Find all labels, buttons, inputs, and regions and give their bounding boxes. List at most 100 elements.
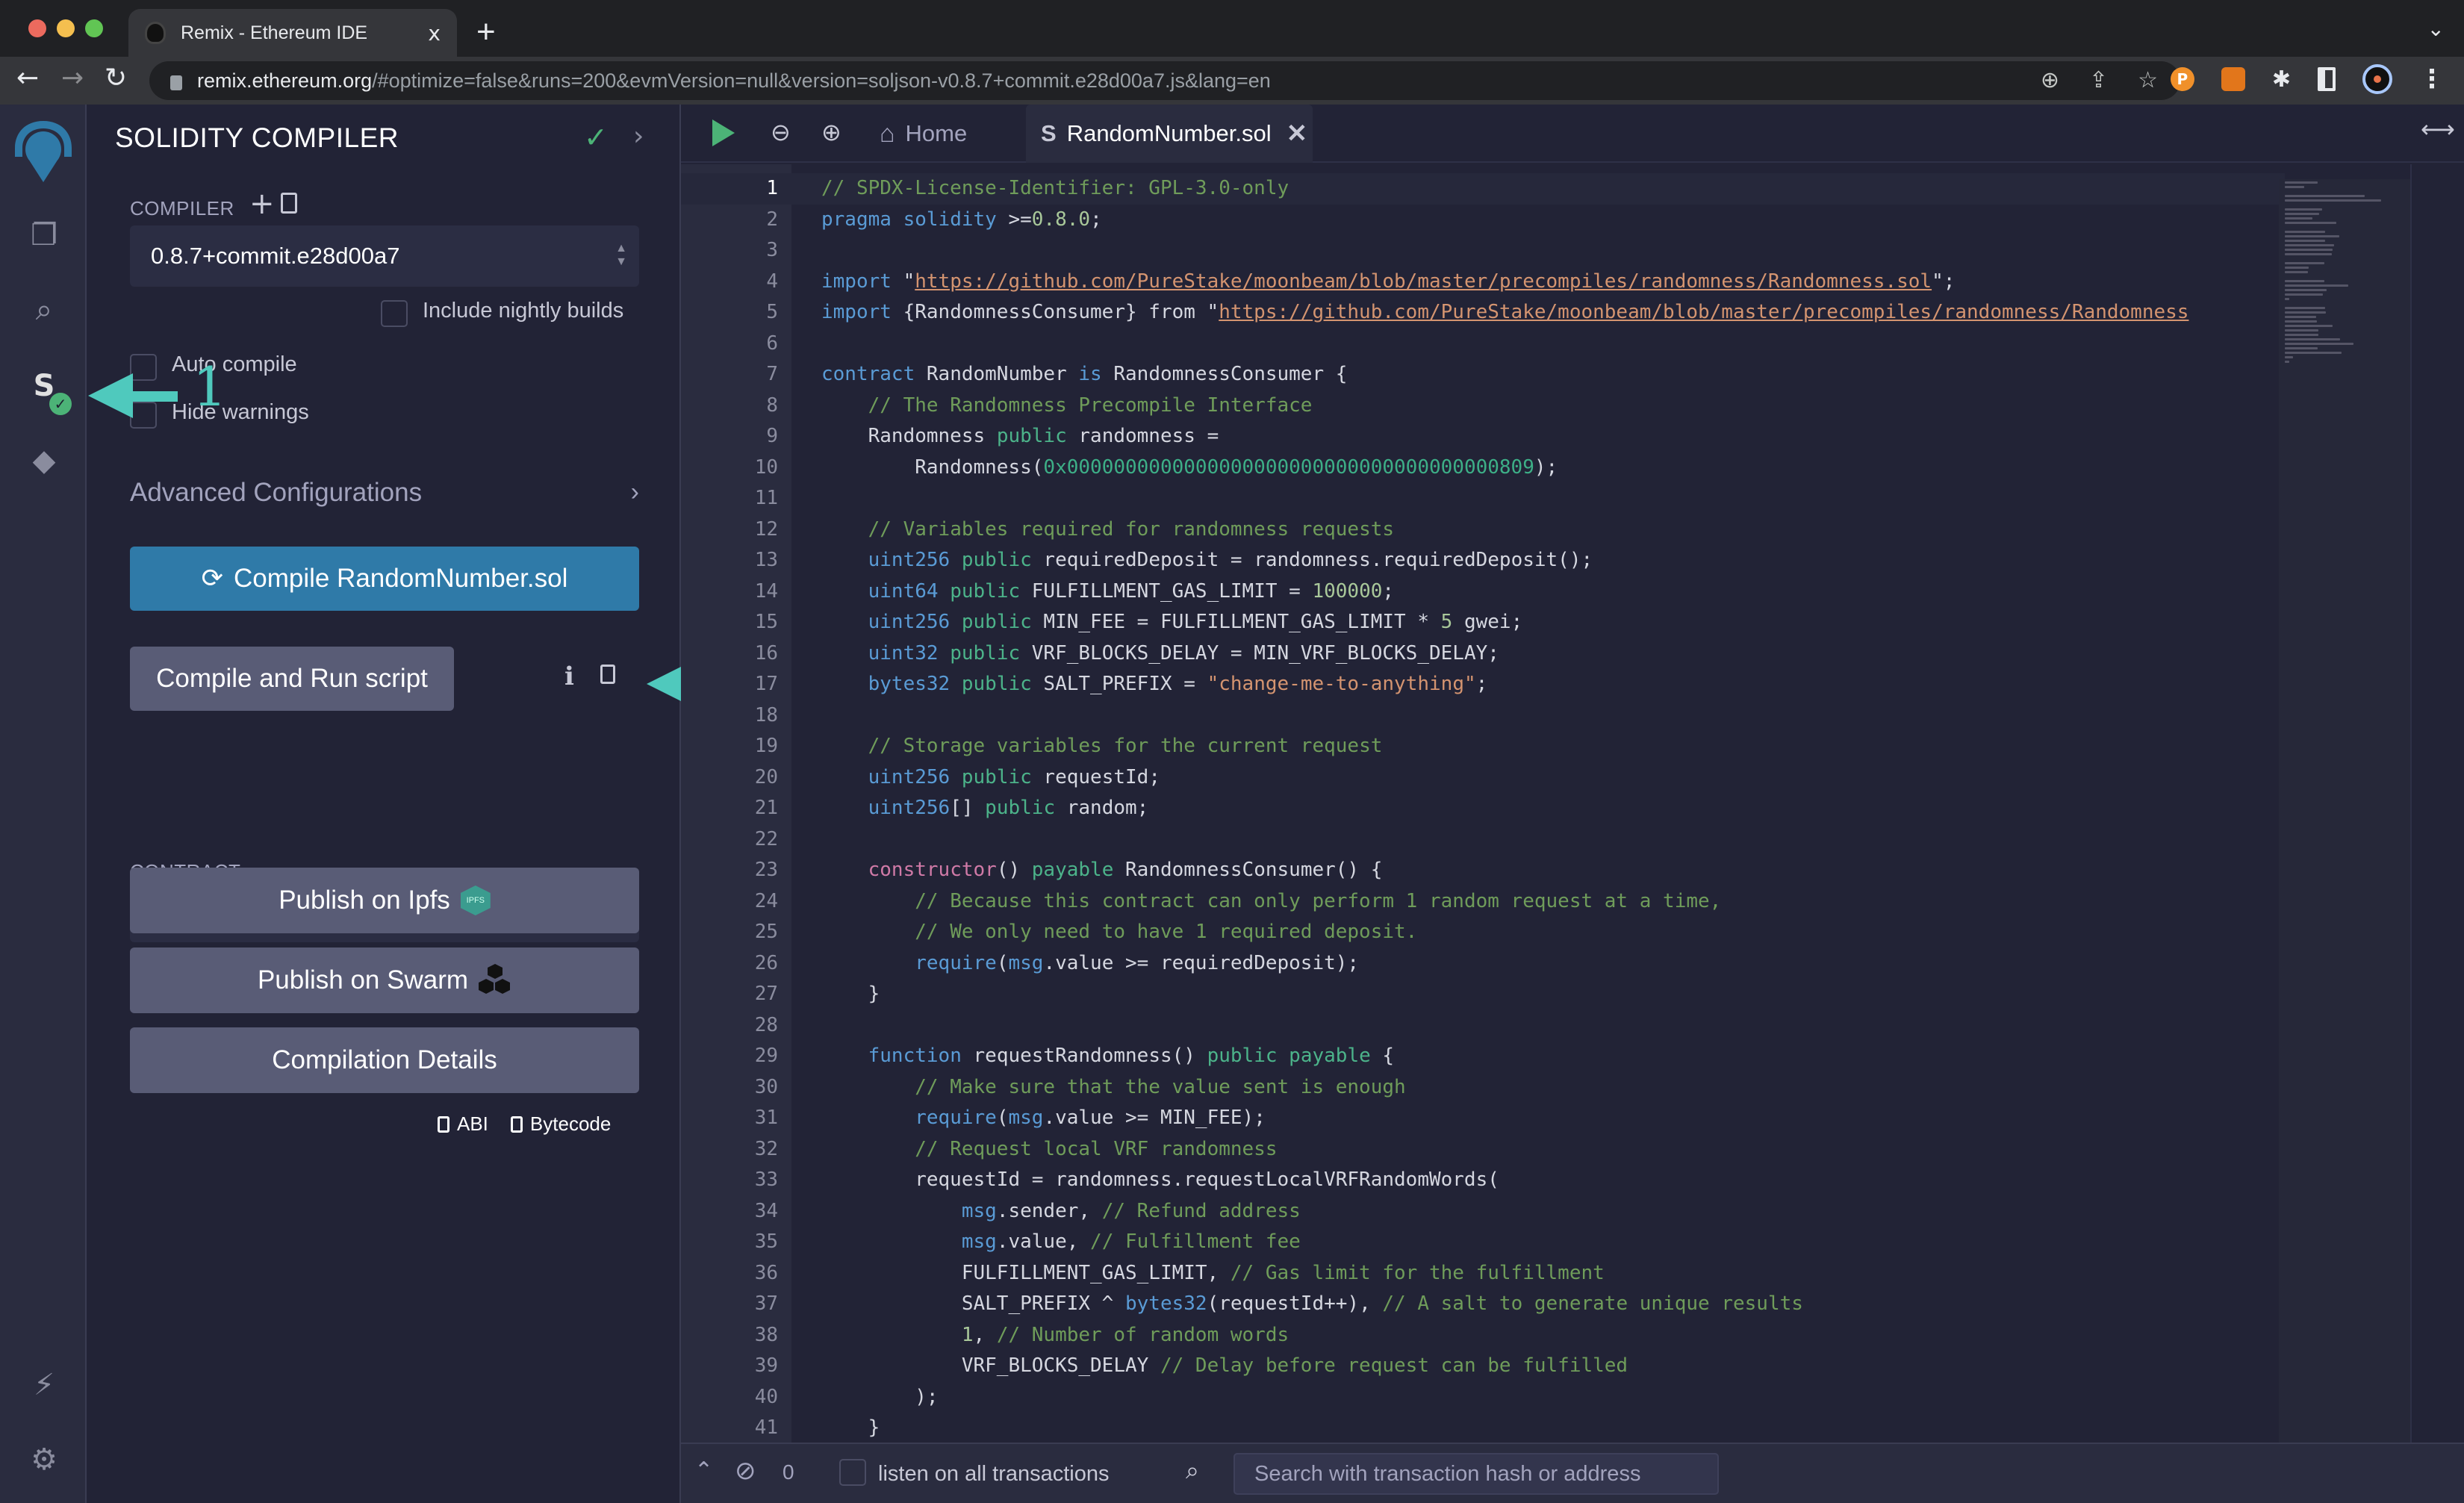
bookmark-star-icon[interactable]: ☆ <box>2138 67 2158 93</box>
code-line[interactable]: 7 contract RandomNumber is RandomnessCons… <box>681 359 2285 390</box>
code-line[interactable]: 36 FULFILLMENT_GAS_LIMIT, // Gas limit f… <box>681 1258 2285 1289</box>
code-line[interactable]: 9 Randomness public randomness = <box>681 421 2285 452</box>
run-script-icon[interactable] <box>712 119 735 146</box>
code-line[interactable]: 1 // SPDX-License-Identifier: GPL-3.0-onl… <box>681 173 2285 205</box>
clear-console-icon[interactable]: ⊘ <box>735 1456 756 1486</box>
code-line[interactable]: 10 Randomness(0x000000000000000000000000… <box>681 452 2285 484</box>
code-line[interactable]: 12 // Variables required for randomness … <box>681 514 2285 546</box>
code-line[interactable]: 27 } <box>681 979 2285 1010</box>
line-number: 36 <box>754 1261 778 1284</box>
plugin-manager-icon[interactable]: ⚡ <box>25 1366 63 1404</box>
polkadot-extension-icon[interactable]: P <box>2170 67 2194 91</box>
code-line[interactable]: 22 <box>681 824 2285 856</box>
code-line[interactable]: 11 <box>681 483 2285 514</box>
code-line[interactable]: 35 msg.value, // Fulfillment fee <box>681 1227 2285 1258</box>
browser-tab-close-icon[interactable]: x <box>428 21 441 46</box>
transaction-search-input[interactable] <box>1233 1453 1719 1495</box>
code-line[interactable]: 15 uint256 public MIN_FEE = FULFILLMENT_… <box>681 607 2285 638</box>
window-maximize-button[interactable] <box>85 19 103 37</box>
zoom-in-icon[interactable]: ⊕ <box>821 118 841 146</box>
code-line[interactable]: 8 // The Randomness Precompile Interface <box>681 390 2285 422</box>
browser-tab-remix[interactable]: Remix - Ethereum IDE x <box>128 9 457 57</box>
code-line[interactable]: 18 <box>681 700 2285 732</box>
tab-home[interactable]: ⌂ Home <box>880 105 967 163</box>
copy-bytecode-button[interactable]: Bytecode <box>510 1113 611 1136</box>
new-tab-button[interactable]: + <box>476 13 496 51</box>
code-line[interactable]: 30 // Make sure that the value sent is e… <box>681 1072 2285 1104</box>
add-custom-compiler-icon[interactable]: + <box>249 187 275 221</box>
compile-button[interactable]: ⟳ Compile RandomNumber.sol <box>130 547 639 611</box>
listen-all-transactions-checkbox[interactable] <box>839 1459 866 1486</box>
code-line[interactable]: 13 uint256 public requiredDeposit = rand… <box>681 545 2285 576</box>
reload-button[interactable]: ↻ <box>105 63 127 93</box>
code-line[interactable]: 21 uint256[] public random; <box>681 793 2285 824</box>
info-icon[interactable]: i <box>564 662 574 691</box>
code-line[interactable]: 26 require(msg.value >= requiredDeposit)… <box>681 948 2285 980</box>
code-line[interactable]: 40 ); <box>681 1382 2285 1413</box>
code-line[interactable]: 28 <box>681 1010 2285 1042</box>
code-line[interactable]: 16 uint32 public VRF_BLOCKS_DELAY = MIN_… <box>681 638 2285 670</box>
browser-menu-icon[interactable]: ⋮ <box>2419 64 2445 94</box>
forward-button[interactable]: → <box>61 63 84 93</box>
window-close-button[interactable] <box>28 19 46 37</box>
copy-icon[interactable] <box>600 665 615 684</box>
code-line[interactable]: 31 require(msg.value >= MIN_FEE); <box>681 1103 2285 1134</box>
code-line[interactable]: 23 constructor() payable RandomnessConsu… <box>681 855 2285 886</box>
editor-scrollbar[interactable] <box>2410 164 2464 1443</box>
back-button[interactable]: ← <box>16 63 39 93</box>
copy-abi-button[interactable]: ABI <box>438 1113 488 1136</box>
settings-gear-icon[interactable]: ⚙ <box>25 1441 63 1478</box>
hide-warnings-checkbox[interactable] <box>130 402 157 429</box>
code-line[interactable]: 2 pragma solidity >=0.8.0; <box>681 205 2285 236</box>
code-line[interactable]: 6 <box>681 329 2285 360</box>
expand-editor-icon[interactable]: ⟷ <box>2421 115 2455 143</box>
code-line[interactable]: 33 requestId = randomness.requestLocalVR… <box>681 1165 2285 1196</box>
code-line[interactable]: 41 } <box>681 1413 2285 1443</box>
tab-randomnumber-sol[interactable]: S RandomNumber.sol ✕ <box>1026 105 1313 163</box>
search-icon[interactable]: ⌕ <box>25 291 63 329</box>
lock-icon[interactable] <box>170 75 182 90</box>
compilation-details-button[interactable]: Compilation Details <box>130 1027 639 1093</box>
code-line[interactable]: 19 // Storage variables for the current … <box>681 731 2285 762</box>
compile-and-run-script-button[interactable]: Compile and Run script <box>130 647 454 711</box>
code-line[interactable]: 38 1, // Number of random words <box>681 1320 2285 1351</box>
publish-swarm-button[interactable]: Publish on Swarm <box>130 947 639 1013</box>
profile-avatar[interactable] <box>2362 64 2392 94</box>
minimap[interactable] <box>2279 179 2410 1457</box>
advanced-configurations-toggle[interactable]: Advanced Configurations › <box>130 478 639 508</box>
code-line[interactable]: 17 bytes32 public SALT_PREFIX = "change-… <box>681 669 2285 700</box>
extensions-puzzle-icon[interactable]: ✱ <box>2272 66 2291 93</box>
zoom-out-icon[interactable]: ⊖ <box>771 118 791 146</box>
compiler-docs-icon[interactable] <box>281 193 297 214</box>
code-line[interactable]: 24 // Because this contract can only per… <box>681 886 2285 918</box>
code-line[interactable]: 4 import "https://github.com/PureStake/mo… <box>681 267 2285 298</box>
zoom-indicator-icon[interactable]: ⊕ <box>2041 67 2059 93</box>
code-line[interactable]: 32 // Request local VRF randomness <box>681 1134 2285 1166</box>
panel-collapse-chevron-icon[interactable]: › <box>633 121 644 152</box>
auto-compile-checkbox[interactable] <box>130 354 157 381</box>
code-line[interactable]: 34 msg.sender, // Refund address <box>681 1196 2285 1227</box>
code-line[interactable]: 3 <box>681 235 2285 267</box>
metamask-extension-icon[interactable] <box>2221 67 2245 91</box>
compiler-version-select[interactable]: 0.8.7+commit.e28d00a7 ▲ ▼ <box>130 225 639 287</box>
publish-ipfs-button[interactable]: Publish on Ipfs IPFS <box>130 868 639 933</box>
include-nightly-checkbox[interactable] <box>381 300 408 327</box>
tab-close-icon[interactable]: ✕ <box>1287 119 1308 149</box>
window-minimize-button[interactable] <box>57 19 75 37</box>
tab-list-chevron-icon[interactable]: ⌄ <box>2427 16 2445 41</box>
deploy-run-icon[interactable]: ◆ <box>25 442 63 479</box>
share-icon[interactable]: ⇪ <box>2089 67 2108 93</box>
code-line[interactable]: 37 SALT_PREFIX ^ bytes32(requestId++), /… <box>681 1289 2285 1320</box>
address-bar[interactable]: remix.ethereum.org/#optimize=false&runs=… <box>149 61 2180 100</box>
code-area[interactable]: 1 // SPDX-License-Identifier: GPL-3.0-onl… <box>681 164 2285 1443</box>
file-explorer-icon[interactable]: ❐ <box>25 217 63 254</box>
code-line[interactable]: 29 function requestRandomness() public p… <box>681 1041 2285 1072</box>
remix-logo-icon[interactable] <box>7 118 79 185</box>
side-panel-icon[interactable] <box>2318 67 2336 91</box>
code-line[interactable]: 5 import {RandomnessConsumer} from "https… <box>681 297 2285 329</box>
code-line[interactable]: 14 uint64 public FULFILLMENT_GAS_LIMIT =… <box>681 576 2285 608</box>
code-line[interactable]: 20 uint256 public requestId; <box>681 762 2285 794</box>
code-line[interactable]: 25 // We only need to have 1 required de… <box>681 917 2285 948</box>
code-line[interactable]: 39 VRF_BLOCKS_DELAY // Delay before requ… <box>681 1351 2285 1382</box>
expand-terminal-icon[interactable]: ⌃ <box>694 1457 713 1484</box>
